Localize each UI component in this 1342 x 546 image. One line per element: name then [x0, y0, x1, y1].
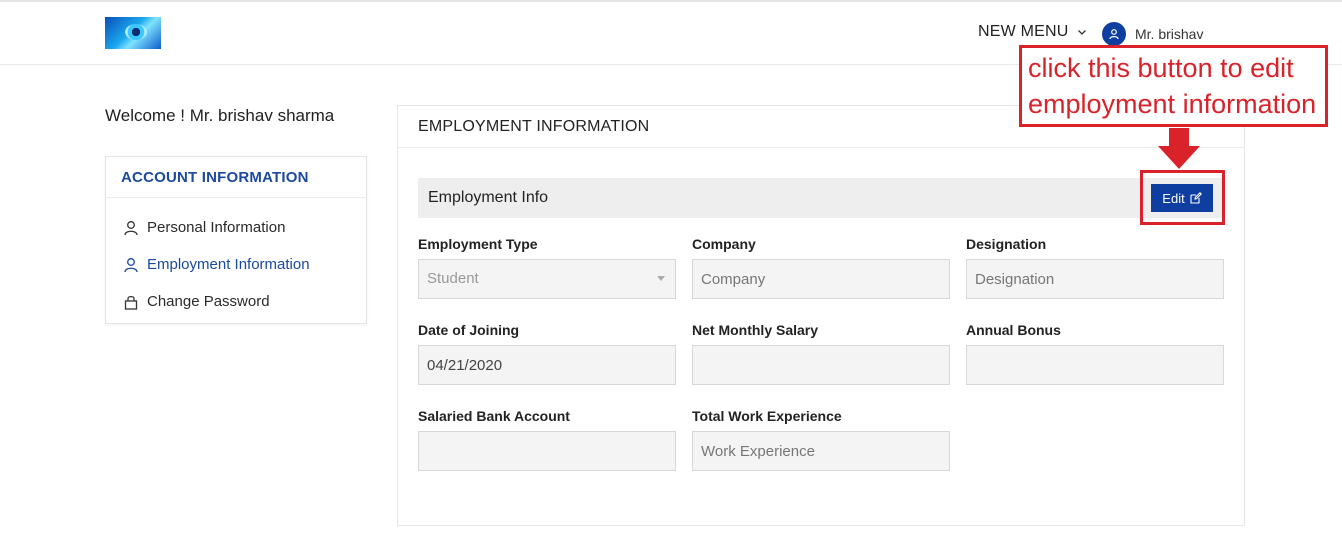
company-input[interactable] — [692, 259, 950, 299]
net-monthly-salary-label: Net Monthly Salary — [692, 322, 819, 338]
logo-eye-graphic — [125, 24, 147, 40]
annotation-callout: click this button to edit employment inf… — [1019, 45, 1328, 127]
employment-type-label: Employment Type — [418, 236, 538, 252]
salaried-bank-account-label: Salaried Bank Account — [418, 408, 570, 424]
designation-label: Designation — [966, 236, 1047, 252]
sidebar-title: ACCOUNT INFORMATION — [106, 157, 366, 198]
user-menu[interactable]: Mr. brishav — [1102, 22, 1203, 46]
annotation-text-line2: employment information — [1028, 89, 1317, 119]
logo[interactable] — [105, 17, 161, 49]
sidebar-item-label: Change Password — [147, 293, 270, 310]
caret-down-icon — [657, 276, 665, 281]
sidebar-item-label: Personal Information — [147, 219, 286, 236]
designation-input[interactable] — [966, 259, 1224, 299]
annotation-arrow-down-icon — [1158, 128, 1200, 169]
lock-icon — [123, 294, 139, 310]
account-sidebar: ACCOUNT INFORMATION Personal Information… — [105, 156, 367, 324]
sidebar-item-change-password[interactable]: Change Password — [123, 293, 270, 310]
total-work-experience-input[interactable] — [692, 431, 950, 471]
chevron-down-icon — [1077, 27, 1087, 37]
user-icon — [123, 220, 139, 236]
welcome-text: Welcome ! Mr. brishav sharma — [105, 106, 335, 125]
section-title: Employment Info — [428, 189, 549, 206]
total-work-experience-label: Total Work Experience — [692, 408, 842, 424]
date-of-joining-input[interactable] — [418, 345, 676, 385]
annotation-text-line1: click this button to edit — [1028, 53, 1294, 83]
sidebar-item-employment-information[interactable]: Employment Information — [123, 256, 310, 273]
employment-info-bar: Employment Info Edit — [418, 178, 1224, 218]
new-menu-label: NEW MENU — [978, 23, 1069, 40]
user-name: Mr. brishav — [1135, 26, 1204, 42]
date-of-joining-label: Date of Joining — [418, 322, 520, 338]
salaried-bank-account-input[interactable] — [418, 431, 676, 471]
annotation-highlight-frame — [1140, 170, 1225, 225]
sidebar-item-personal-information[interactable]: Personal Information — [123, 219, 285, 236]
employment-type-value: Student — [427, 270, 479, 287]
employment-type-select[interactable]: Student — [418, 259, 676, 299]
sidebar-item-label: Employment Information — [147, 256, 310, 273]
avatar-user-icon — [1102, 22, 1126, 46]
company-label: Company — [692, 236, 756, 252]
new-menu-dropdown[interactable]: NEW MENU — [978, 23, 1087, 41]
annual-bonus-label: Annual Bonus — [966, 322, 1061, 338]
net-monthly-salary-input[interactable] — [692, 345, 950, 385]
employment-information-card: EMPLOYMENT INFORMATION Employment Info E… — [397, 105, 1245, 526]
user-icon — [123, 257, 139, 273]
annual-bonus-input[interactable] — [966, 345, 1224, 385]
